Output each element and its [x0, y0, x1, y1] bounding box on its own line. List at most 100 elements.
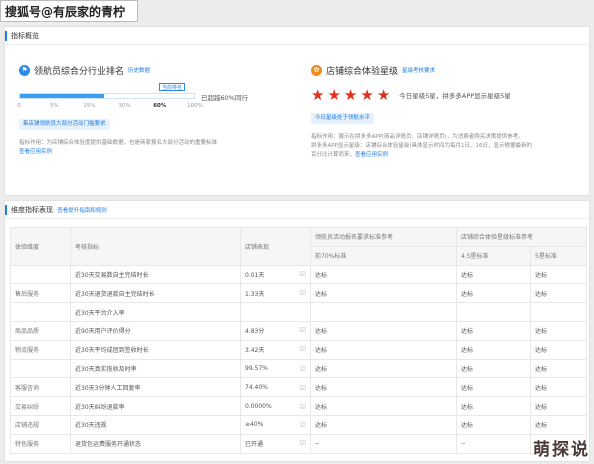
group2-sub1-result-cell: 达标 — [456, 339, 531, 360]
ranking-desc: 指标作用：为店铺综合体验度提供基础数据，也是商家报名大部分活动的重要标准 查看应… — [19, 139, 291, 157]
overview-panel: 指标概览 ⚑ 领航员综合分行业排名 历史数据 当前排名 已超越60%同行 0 5%… — [4, 26, 590, 196]
detail-icon[interactable]: ☑ — [300, 365, 306, 373]
header-group1: 领航员活动报名要求标准参考 — [310, 227, 457, 247]
dimension-table: 体验维度 考核指标 店铺表现 领航员活动报名要求标准参考 店铺综合体验星级标准参… — [10, 227, 588, 454]
star-text: 今日星级5星，拼多多APP显示星级5星 — [399, 92, 511, 100]
header-metric: 考核指标 — [70, 227, 241, 266]
dimension-cell: 特色服务 — [10, 433, 71, 454]
history-data-link[interactable]: 历史数据 — [128, 66, 150, 74]
header-group2: 店铺综合体验星级标准参考 — [455, 227, 588, 247]
metric-cell: 近30天退货退款自主完结时长 — [70, 283, 241, 304]
group1-result-cell: -- — [310, 433, 457, 454]
guide-link[interactable]: 查看提升指南和规则 — [57, 208, 107, 214]
value-cell: ≥40% ☑ — [240, 414, 311, 435]
group2-sub1-result-cell: 达标 — [456, 414, 531, 435]
dimension-cell: 物流服务 — [10, 339, 71, 360]
group1-result-cell: 达标 — [310, 377, 457, 398]
table-row: 近30天交易数自主完结时长 0.01天 ☑ 达标 达标 达标 — [10, 264, 588, 285]
header-group1-sub: 前70%标准 — [310, 245, 457, 266]
group2-sub2-result-cell: 达标 — [529, 320, 588, 341]
metric-cell: 近30天纠纷退款率 — [70, 396, 241, 416]
star-icon: ★ — [311, 85, 325, 104]
table-row: 近30天真实揽收及时率 99.57% ☑ 达标 达标 达标 — [10, 358, 588, 379]
value-cell: 4.83分 ☑ — [240, 320, 311, 341]
star-icon: ★ — [376, 85, 391, 104]
table-row: 售后服务 近30天退货退款自主完结时长 1.33天 ☑ 达标 达标 达标 — [10, 283, 588, 304]
dimension-cell: 售后服务 — [10, 283, 71, 304]
group1-result-cell — [310, 302, 457, 322]
group2-sub1-result-cell: 达标 — [456, 396, 531, 416]
rank-progress-fill — [20, 94, 104, 98]
rating-pill: 今日星级处于领航水平 — [311, 113, 375, 124]
group1-result-cell: 达标 — [310, 283, 457, 304]
header-dimension: 体验维度 — [10, 227, 71, 266]
ranking-apply-link[interactable]: 查看应用实例 — [19, 148, 291, 157]
dimension-cell: 客服咨询 — [10, 377, 71, 398]
group2-sub2-result-cell: 达标 — [529, 283, 588, 304]
detail-icon[interactable]: ☑ — [300, 384, 306, 392]
current-rank-bubble: 当前排名 — [159, 83, 186, 91]
value-cell: 99.57% ☑ — [240, 358, 311, 379]
watermark-top: 搜狐号@有辰家的青柠 — [0, 0, 138, 22]
dimension-cell: 店铺违规 — [10, 414, 71, 435]
dimension-cell: 交易纠纷 — [10, 396, 71, 416]
dimension-panel: 维度指标表现 查看提升指南和规则 体验维度 考核指标 店铺表现 领航员活动报名要… — [4, 200, 590, 462]
metric-cell: 近30天平均成团到签收时长 — [70, 339, 241, 360]
rank-tick: 5% — [49, 103, 59, 109]
rating-apply-link[interactable]: 查看应用实例 — [355, 152, 388, 158]
table-row: 交易纠纷 近30天纠纷退款率 0.0000% ☑ 达标 达标 达标 — [10, 396, 588, 416]
group2-sub1-result-cell: -- — [456, 433, 531, 454]
value-cell: 0.0000% ☑ — [240, 396, 311, 416]
value-cell: 3.42天 ☑ — [240, 339, 311, 360]
star-icon: ★ — [343, 85, 358, 104]
table-row: 物流服务 近30天平均成团到签收时长 3.42天 ☑ 达标 达标 达标 — [10, 339, 588, 360]
metric-cell: 近30天真实揽收及时率 — [70, 358, 241, 379]
rank-progress-bar — [19, 93, 195, 99]
group1-result-cell: 达标 — [310, 264, 457, 285]
detail-icon[interactable]: ☑ — [300, 439, 306, 447]
metric-cell: 近30天交易数自主完结时长 — [70, 264, 241, 285]
group2-sub1-result-cell: 达标 — [456, 283, 531, 304]
group1-result-cell: 达标 — [310, 396, 457, 416]
dimension-section-title: 维度指标表现 查看提升指南和规则 — [5, 201, 589, 219]
table-header-row: 体验维度 考核指标 店铺表现 领航员活动报名要求标准参考 店铺综合体验星级标准参… — [10, 227, 588, 266]
dimension-cell: 商品品质 — [10, 320, 71, 341]
group2-sub2-result-cell: 达标 — [529, 339, 588, 360]
group2-sub1-result-cell: 达标 — [456, 377, 531, 398]
header-performance: 店铺表现 — [240, 227, 311, 266]
group2-sub2-result-cell — [529, 302, 588, 322]
group1-result-cell: 达标 — [310, 320, 457, 341]
group2-sub1-result-cell: 达标 — [456, 358, 531, 379]
value-cell: 74.40% ☑ — [240, 377, 311, 398]
value-cell: 1.33天 ☑ — [240, 283, 311, 304]
table-row: 商品品质 近90天用户评价得分 4.83分 ☑ 达标 达标 达标 — [10, 320, 588, 341]
group2-sub2-result-cell: 达标 — [529, 264, 588, 285]
detail-icon[interactable]: ☑ — [300, 345, 306, 353]
detail-icon[interactable]: ☑ — [300, 326, 306, 334]
dimension-cell — [10, 358, 71, 379]
table-row: 店铺违规 近30天违规 ≥40% ☑ 达标 达标 达标 — [10, 414, 588, 435]
group2-sub2-result-cell: 达标 — [529, 414, 588, 435]
rank-progress-text: 已超越60%同行 — [201, 94, 248, 102]
value-cell: 0.01天 ☑ — [240, 264, 311, 285]
detail-icon[interactable]: ☑ — [300, 270, 306, 278]
flag-icon: ⚑ — [19, 64, 30, 76]
group2-sub2-result-cell: 达标 — [529, 396, 588, 416]
group2-sub2-result-cell: 达标 — [529, 377, 588, 398]
detail-icon[interactable]: ☑ — [300, 403, 306, 411]
star-rating: ★ ★ ★ ★ ★ 今日星级5星，拼多多APP显示星级5星 — [311, 83, 581, 107]
rank-tick: 30% — [118, 103, 131, 109]
ranking-card: ⚑ 领航员综合分行业排名 历史数据 当前排名 已超越60%同行 0 5% 15% 30… — [17, 63, 291, 157]
rank-tick: 0 — [17, 103, 21, 109]
metric-cell: 近90天用户评价得分 — [70, 320, 241, 341]
detail-icon[interactable]: ☑ — [300, 289, 306, 297]
metric-cell: 近30天违规 — [70, 414, 241, 435]
group2-sub2-result-cell: 达标 — [529, 358, 588, 379]
ranking-title: 领航员综合分行业排名 — [34, 66, 125, 77]
rating-requirement-link[interactable]: 星级考核要求 — [402, 66, 435, 74]
detail-icon[interactable]: ☑ — [300, 421, 306, 429]
rank-tick: 100% — [187, 103, 203, 109]
metric-cell: 退货包运费服务开通状态 — [70, 433, 241, 454]
metric-cell: 近30天3分钟人工回复率 — [70, 377, 241, 398]
rating-desc: 指标作用：展示在拼多多APP(商品详情页、店铺详情页)，为消费者购买决策提供参考… — [311, 134, 533, 158]
